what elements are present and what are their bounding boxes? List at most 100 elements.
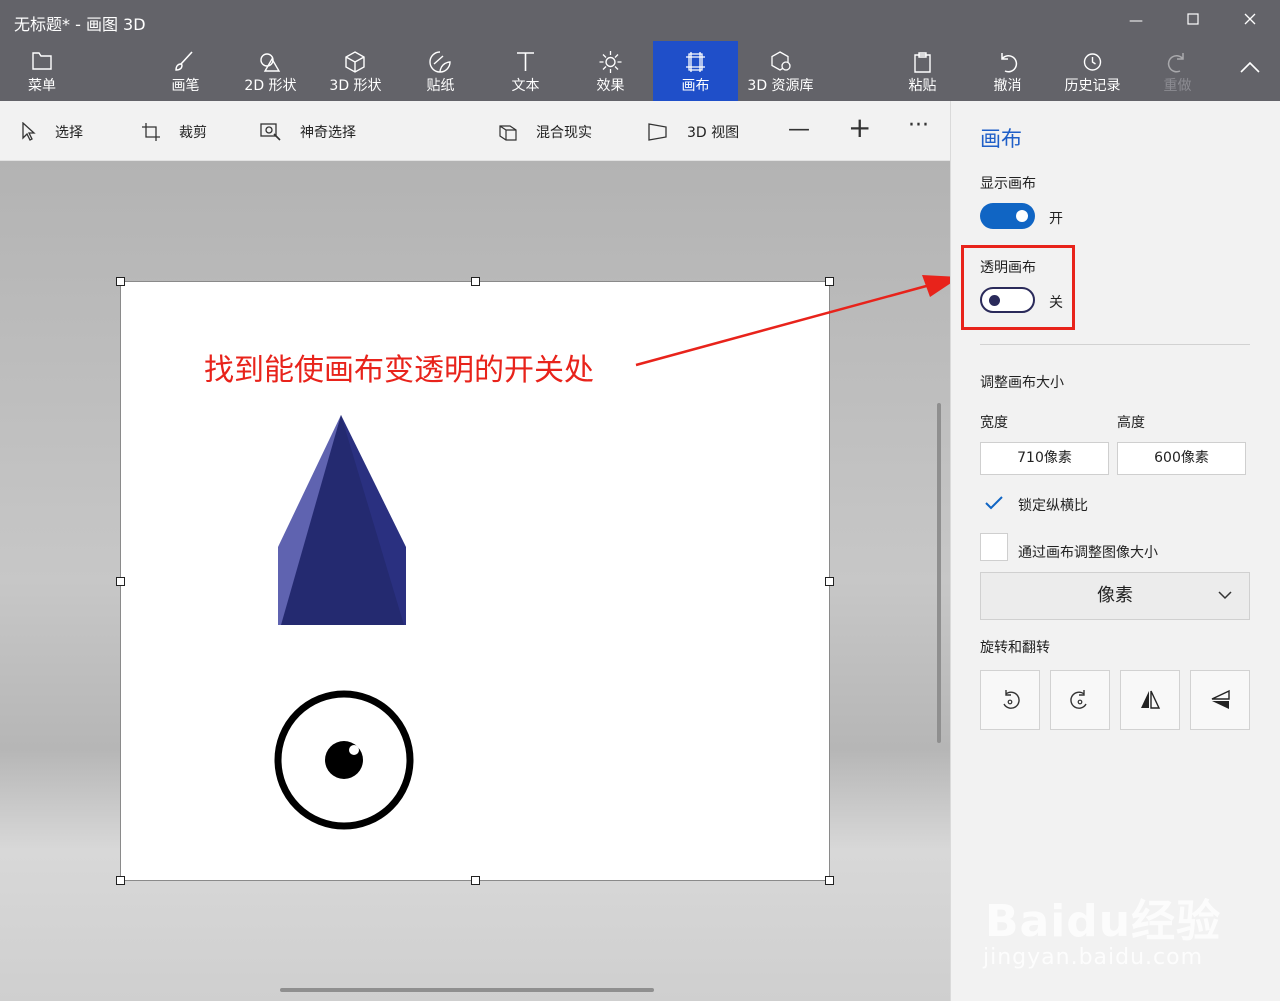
tab-2d-shapes[interactable]: 2D 形状	[228, 41, 313, 101]
redo-label: 重做	[1163, 78, 1192, 94]
resize-handle[interactable]	[116, 876, 125, 885]
3d-pyramid-shape[interactable]	[278, 415, 406, 625]
rotate-right-icon	[1070, 690, 1087, 709]
eye-sticker[interactable]	[271, 687, 417, 833]
undo-label: 撤消	[993, 78, 1022, 94]
maximize-icon[interactable]	[1180, 8, 1206, 34]
2d-shapes-icon	[260, 53, 281, 72]
resize-handle[interactable]	[825, 577, 834, 586]
text-icon	[517, 52, 534, 71]
flip-horizontal-button[interactable]	[1120, 670, 1180, 730]
width-input[interactable]: 710像素	[980, 442, 1109, 475]
tab-label: 画布	[681, 78, 710, 94]
chevron-down-icon	[1218, 591, 1232, 600]
cursor-icon	[22, 122, 36, 141]
mixed-reality-button[interactable]: 混合现实	[498, 119, 592, 145]
undo-button[interactable]: 撤消	[965, 41, 1050, 101]
resize-handle[interactable]	[825, 277, 834, 286]
folder-icon	[32, 52, 52, 70]
magic-select-tool[interactable]: 神奇选择	[260, 119, 356, 145]
undo-icon	[1001, 53, 1018, 73]
minimize-icon[interactable]: —	[1123, 8, 1149, 34]
crop-label: 裁剪	[179, 125, 207, 141]
collapse-ribbon-icon[interactable]	[1240, 58, 1260, 77]
close-icon[interactable]	[1237, 8, 1263, 34]
vertical-scrollbar[interactable]	[937, 403, 941, 743]
rotate-left-button[interactable]	[980, 670, 1040, 730]
unit-dropdown[interactable]: 像素	[980, 572, 1250, 620]
show-canvas-toggle[interactable]	[980, 203, 1035, 229]
canvas-panel: 画布 显示画布 开 透明画布 关 调整画布大小 宽度 高度 710像素 600像…	[950, 101, 1280, 1001]
tab-effects[interactable]: 效果	[568, 41, 653, 101]
baidu-watermark-logo: Baidu经验	[985, 896, 1222, 947]
3d-view-button[interactable]: 3D 视图	[647, 119, 739, 145]
crop-tool[interactable]: 裁剪	[141, 119, 207, 145]
panel-divider	[980, 344, 1250, 345]
redo-icon	[1167, 53, 1184, 73]
resize-handle[interactable]	[825, 876, 834, 885]
zoom-out-button[interactable]: —	[788, 117, 810, 142]
resize-handle[interactable]	[471, 876, 480, 885]
paste-label: 粘贴	[908, 78, 937, 94]
redo-button[interactable]: 重做	[1135, 41, 1220, 101]
select-label: 选择	[55, 125, 83, 141]
tab-3d-shapes[interactable]: 3D 形状	[313, 41, 398, 101]
show-canvas-label: 显示画布	[980, 176, 1036, 192]
resize-handle[interactable]	[116, 577, 125, 586]
annotation-text: 找到能使画布变透明的开关处	[204, 353, 594, 388]
tab-brushes[interactable]: 画笔	[143, 41, 228, 101]
rotate-flip-label: 旋转和翻转	[980, 640, 1050, 656]
resize-canvas-label: 调整画布大小	[980, 375, 1064, 391]
rotate-right-button[interactable]	[1050, 670, 1110, 730]
horizontal-scrollbar[interactable]	[280, 988, 654, 992]
tab-label: 3D 形状	[329, 78, 382, 94]
crop-icon	[142, 123, 160, 141]
magic-select-icon	[260, 123, 281, 141]
paste-button[interactable]: 粘贴	[880, 41, 965, 101]
resize-handle[interactable]	[116, 277, 125, 286]
show-canvas-state: 开	[1049, 211, 1063, 227]
tab-3d-library[interactable]: 3D 资源库	[738, 41, 823, 101]
menu-button[interactable]: 菜单	[16, 41, 68, 101]
lock-aspect-checkbox[interactable]	[980, 489, 1008, 517]
unit-value: 像素	[1097, 585, 1133, 606]
width-label: 宽度	[980, 415, 1008, 431]
resize-image-checkbox[interactable]	[980, 533, 1008, 561]
lock-aspect-label: 锁定纵横比	[1018, 498, 1088, 514]
mixed-reality-label: 混合现实	[536, 125, 592, 141]
tab-canvas[interactable]: 画布	[653, 41, 738, 101]
resize-image-label: 通过画布调整图像大小	[1018, 545, 1158, 561]
baidu-watermark-url: jingyan.baidu.com	[983, 945, 1204, 970]
checkmark-icon	[985, 496, 1003, 510]
resize-handle[interactable]	[471, 277, 480, 286]
magic-select-label: 神奇选择	[300, 125, 356, 141]
3d-view-icon	[648, 123, 667, 141]
history-label: 历史记录	[1064, 78, 1121, 94]
more-options-button[interactable]: ···	[908, 113, 929, 138]
tab-label: 3D 资源库	[747, 78, 814, 94]
history-icon	[1083, 53, 1102, 71]
tab-label: 效果	[596, 78, 625, 94]
tab-text[interactable]: 文本	[483, 41, 568, 101]
select-tool[interactable]: 选择	[21, 119, 83, 145]
highlight-box	[961, 245, 1075, 330]
mixed-reality-icon	[499, 125, 517, 141]
sun-icon	[599, 51, 622, 73]
zoom-in-button[interactable]: +	[848, 111, 871, 144]
sticker-icon	[429, 51, 451, 73]
brush-icon	[175, 51, 193, 71]
flip-vertical-button[interactable]	[1190, 670, 1250, 730]
tab-stickers[interactable]: 贴纸	[398, 41, 483, 101]
flip-horizontal-icon	[1141, 690, 1161, 709]
3d-library-icon	[771, 51, 791, 71]
tab-label: 贴纸	[426, 78, 455, 94]
history-button[interactable]: 历史记录	[1050, 41, 1135, 101]
panel-title: 画布	[980, 127, 1022, 151]
rotate-left-icon	[1003, 690, 1020, 709]
title-ribbon-bar: 无标题* - 画图 3D — 菜单 画笔 2D 形状 3D 形状 贴纸 文本 效…	[0, 0, 1280, 101]
3d-view-label: 3D 视图	[687, 125, 740, 141]
height-input[interactable]: 600像素	[1117, 442, 1246, 475]
canvas-workspace[interactable]	[0, 161, 950, 1001]
tab-label: 画笔	[171, 78, 200, 94]
paste-icon	[914, 52, 931, 73]
